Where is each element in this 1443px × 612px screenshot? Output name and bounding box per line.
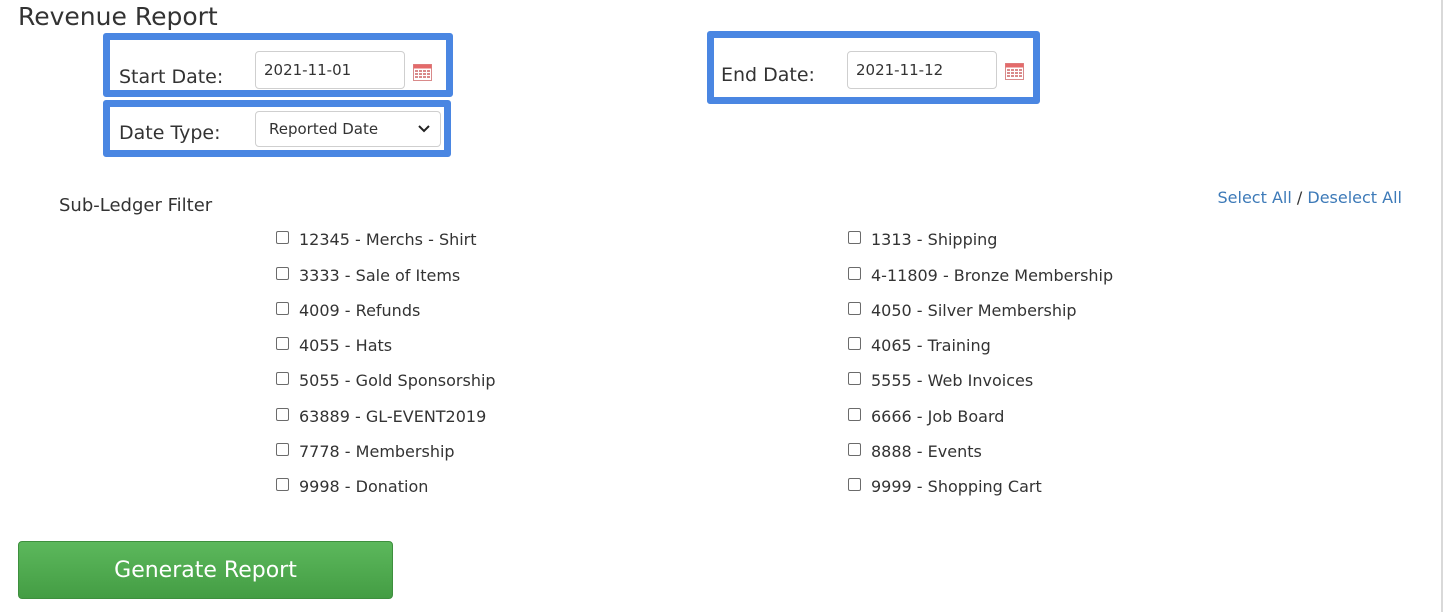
checkbox[interactable]	[276, 267, 289, 280]
calendar-icon[interactable]	[1005, 63, 1024, 80]
end-date-input[interactable]	[847, 51, 997, 89]
checkbox-label: 4009 - Refunds	[299, 301, 421, 320]
select-links: Select All / Deselect All	[1218, 188, 1402, 207]
calendar-icon[interactable]	[413, 64, 432, 81]
subledger-checkbox-item[interactable]: 9999 - Shopping Cart	[848, 477, 1042, 496]
subledger-checkbox-item[interactable]: 1313 - Shipping	[848, 230, 997, 249]
checkbox[interactable]	[276, 337, 289, 350]
checkbox-label: 4065 - Training	[871, 336, 991, 355]
subledger-checkbox-item[interactable]: 5055 - Gold Sponsorship	[276, 371, 496, 390]
subledger-checkbox-item[interactable]: 7778 - Membership	[276, 442, 455, 461]
checkbox-label: 3333 - Sale of Items	[299, 266, 461, 285]
checkbox-label: 8888 - Events	[871, 442, 982, 461]
checkbox-label: 9999 - Shopping Cart	[871, 477, 1042, 496]
date-type-selected: Reported Date	[269, 120, 379, 138]
checkbox[interactable]	[848, 478, 861, 491]
subledger-checkbox-item[interactable]: 8888 - Events	[848, 442, 982, 461]
checkbox-label: 4-11809 - Bronze Membership	[871, 266, 1114, 285]
end-date-highlight: End Date:	[707, 31, 1040, 104]
date-type-select[interactable]: Reported Date	[255, 111, 441, 147]
subledger-checkbox-item[interactable]: 5555 - Web Invoices	[848, 371, 1033, 390]
generate-report-button[interactable]: Generate Report	[18, 541, 393, 599]
checkbox[interactable]	[848, 408, 861, 421]
checkbox[interactable]	[276, 231, 289, 244]
subledger-filter-title: Sub-Ledger Filter	[59, 195, 213, 216]
subledger-checkbox-item[interactable]: 4065 - Training	[848, 336, 991, 355]
start-date-label: Start Date:	[119, 66, 224, 88]
subledger-checkbox-item[interactable]: 9998 - Donation	[276, 477, 428, 496]
checkbox[interactable]	[276, 478, 289, 491]
end-date-label: End Date:	[721, 64, 815, 86]
deselect-all-link[interactable]: Deselect All	[1307, 188, 1402, 207]
checkbox[interactable]	[848, 372, 861, 385]
subledger-checkbox-item[interactable]: 3333 - Sale of Items	[276, 266, 460, 285]
date-type-label: Date Type:	[119, 122, 221, 144]
subledger-checkbox-item[interactable]: 12345 - Merchs - Shirt	[276, 230, 477, 249]
select-separator: /	[1296, 188, 1303, 207]
checkbox[interactable]	[848, 302, 861, 315]
checkbox-label: 63889 - GL-EVENT2019	[299, 407, 487, 426]
checkbox[interactable]	[276, 443, 289, 456]
subledger-checkbox-item[interactable]: 4055 - Hats	[276, 336, 392, 355]
checkbox-label: 7778 - Membership	[299, 442, 455, 461]
checkbox[interactable]	[848, 443, 861, 456]
checkbox[interactable]	[848, 231, 861, 244]
subledger-checkbox-item[interactable]: 4050 - Silver Membership	[848, 301, 1077, 320]
checkbox[interactable]	[276, 372, 289, 385]
checkbox-label: 5555 - Web Invoices	[871, 371, 1034, 390]
checkbox[interactable]	[848, 267, 861, 280]
subledger-checkbox-item[interactable]: 63889 - GL-EVENT2019	[276, 407, 486, 426]
checkbox-label: 1313 - Shipping	[871, 230, 998, 249]
select-all-link[interactable]: Select All	[1218, 188, 1292, 207]
chevron-down-icon	[418, 125, 430, 133]
checkbox[interactable]	[276, 408, 289, 421]
page-title: Revenue Report	[18, 2, 218, 31]
start-date-input[interactable]	[255, 51, 405, 89]
checkbox-label: 4055 - Hats	[299, 336, 393, 355]
checkbox-label: 5055 - Gold Sponsorship	[299, 371, 496, 390]
checkbox[interactable]	[848, 337, 861, 350]
subledger-checkbox-item[interactable]: 4009 - Refunds	[276, 301, 420, 320]
checkbox-label: 9998 - Donation	[299, 477, 429, 496]
checkbox[interactable]	[276, 302, 289, 315]
date-type-highlight: Date Type: Reported Date	[103, 100, 451, 157]
checkbox-label: 4050 - Silver Membership	[871, 301, 1077, 320]
subledger-checkbox-item[interactable]: 4-11809 - Bronze Membership	[848, 266, 1113, 285]
checkbox-label: 6666 - Job Board	[871, 407, 1005, 426]
subledger-checkbox-item[interactable]: 6666 - Job Board	[848, 407, 1004, 426]
start-date-highlight: Start Date:	[103, 33, 453, 97]
checkbox-label: 12345 - Merchs - Shirt	[299, 230, 477, 249]
